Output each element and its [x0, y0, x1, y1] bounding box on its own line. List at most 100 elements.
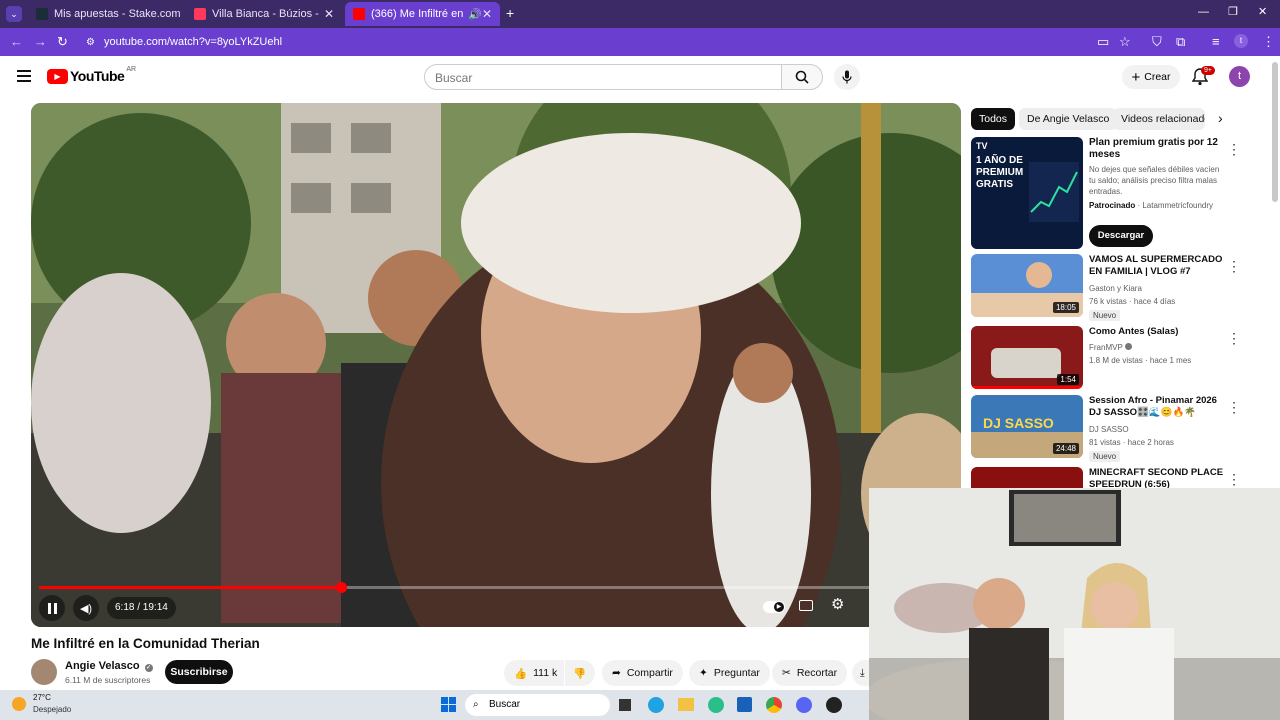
youtube-logo-text: YouTube [70, 68, 125, 84]
extension-icon[interactable]: ⛉ [1152, 34, 1162, 50]
start-button[interactable] [441, 697, 456, 712]
verified-icon [1124, 343, 1132, 350]
volume-icon: ◀) [79, 602, 93, 615]
edge-icon[interactable] [708, 697, 724, 713]
video-player[interactable]: ◀) 6:18 / 19:14 ▶ ⚙ [31, 103, 961, 627]
tab-airbnb[interactable]: Villa Bianca - Búzios - Casas en ✕ [186, 2, 342, 26]
chrome-icon[interactable] [766, 697, 782, 713]
subscribe-button[interactable]: Suscribirse [165, 660, 233, 684]
more-options-icon[interactable]: ⋮ [1227, 141, 1241, 158]
new-tab-icon[interactable]: + [506, 5, 514, 21]
video-frame [31, 103, 961, 627]
reload-icon[interactable]: ↻ [57, 34, 68, 50]
recommendation-item[interactable]: 18:05 VAMOS AL SUPERMERCADO EN FAMILIA |… [971, 254, 1241, 321]
tab-stake[interactable]: Mis apuestas - Stake.com ✕ [28, 2, 180, 26]
more-options-icon[interactable]: ⋮ [1227, 330, 1241, 347]
task-view-icon[interactable] [619, 699, 631, 711]
channel-name[interactable]: Angie Velasco ✓ [65, 660, 153, 672]
chip-from-channel[interactable]: De Angie Velasco [1019, 108, 1118, 130]
recommendation-item[interactable]: 1:54 Como Antes (Salas) FranMVP 1.8 M de… [971, 326, 1241, 390]
close-tab-icon[interactable]: ✕ [324, 7, 334, 21]
back-icon[interactable]: ← [10, 34, 23, 49]
video-title-link[interactable]: VAMOS AL SUPERMERCADO EN FAMILIA | VLOG … [1089, 254, 1229, 278]
tab-youtube[interactable]: (366) Me Infiltré en la Comu 🔊 ✕ [345, 2, 500, 26]
media-control-icon[interactable]: ≡ [1212, 34, 1220, 49]
forward-icon[interactable]: → [34, 34, 47, 49]
ad-title[interactable]: Plan premium gratis por 12 meses [1089, 137, 1229, 161]
settings-icon[interactable]: ⚙ [831, 595, 844, 613]
hamburger-menu-icon[interactable] [17, 70, 31, 82]
video-channel[interactable]: FranMVP [1089, 342, 1132, 354]
youtube-logo[interactable]: ▶ YouTube AR [47, 66, 136, 84]
share-button[interactable]: ➦ Compartir [602, 660, 683, 686]
windows-logo-icon [441, 697, 448, 704]
advertiser-name: Latammetricfoundry [1142, 201, 1214, 210]
edge-browser-icon[interactable] [648, 697, 664, 713]
video-thumbnail[interactable]: 18:05 [971, 254, 1083, 317]
chevron-right-icon[interactable]: › [1218, 110, 1223, 126]
search-button[interactable] [781, 64, 823, 90]
discord-icon[interactable] [796, 697, 812, 713]
voice-search-button[interactable] [834, 64, 860, 90]
video-channel[interactable]: Gaston y Kiara [1089, 283, 1142, 295]
site-info-icon[interactable]: ⚙ [86, 37, 95, 48]
app-icon[interactable] [826, 697, 842, 713]
audio-playing-icon[interactable]: 🔊 [468, 8, 482, 21]
volume-button[interactable]: ◀) [73, 595, 99, 621]
page-scrollbar[interactable] [1272, 62, 1278, 202]
browser-menu-icon[interactable]: ⋮ [1262, 34, 1275, 50]
bookmark-star-icon[interactable]: ☆ [1119, 34, 1131, 50]
subtitles-icon[interactable] [799, 600, 813, 611]
youtube-play-icon: ▶ [47, 68, 68, 84]
address-bar-row: ← → ↻ ⚙ youtube.com/watch?v=8yoLYkZUehl … [0, 28, 1280, 56]
thumbs-down-icon: 👎 [573, 667, 587, 680]
taskbar-search[interactable]: ⌕ Buscar [465, 694, 610, 716]
extensions-puzzle-icon[interactable]: ⧉ [1176, 34, 1185, 50]
autoplay-toggle[interactable]: ▶ [763, 601, 785, 613]
progress-scrubber[interactable] [335, 582, 347, 593]
sponsored-ad[interactable]: TV 1 AÑO DE PREMIUM GRATIS Plan premium … [971, 137, 1241, 249]
channel-avatar[interactable] [31, 659, 57, 685]
tab-list-icon[interactable]: ⌄ [6, 6, 22, 22]
time-text: 6:18 / 19:14 [115, 602, 168, 613]
video-channel-text: FranMVP [1089, 343, 1123, 352]
recommendation-item[interactable]: MINECRAFT SECOND PLACE SPEEDRUN (6:56) ⋮ [971, 467, 1241, 489]
video-title-link[interactable]: Session Afro - Pinamar 2026 DJ SASSO🎛️🌊😊… [1089, 395, 1229, 419]
video-thumbnail[interactable]: 1:54 [971, 326, 1083, 389]
maximize-icon[interactable]: ❐ [1228, 5, 1238, 18]
more-options-icon[interactable]: ⋮ [1227, 471, 1241, 488]
video-thumbnail[interactable]: DJ SASSO 24:48 [971, 395, 1083, 458]
progress-track[interactable] [39, 582, 953, 593]
create-button[interactable]: + Crear [1122, 65, 1180, 89]
video-channel[interactable]: DJ SASSO [1089, 424, 1129, 436]
recommendation-item[interactable]: DJ SASSO 24:48 Session Afro - Pinamar 20… [971, 395, 1241, 462]
chip-related[interactable]: Videos relacionado [1113, 108, 1205, 130]
more-options-icon[interactable]: ⋮ [1227, 258, 1241, 275]
video-meta: 1.8 M de vistas · hace 1 mes [1089, 356, 1192, 365]
account-avatar[interactable]: t [1229, 66, 1250, 87]
url-field[interactable]: ⚙ youtube.com/watch?v=8yoLYkZUehl [80, 30, 1140, 54]
ad-cta-button[interactable]: Descargar [1089, 225, 1153, 247]
close-tab-icon[interactable]: ✕ [482, 7, 492, 21]
notifications-button[interactable]: 9+ [1191, 66, 1215, 88]
ad-thumbnail[interactable]: TV 1 AÑO DE PREMIUM GRATIS [971, 137, 1083, 249]
file-explorer-icon[interactable] [678, 698, 694, 711]
video-title-link[interactable]: Como Antes (Salas) [1089, 326, 1229, 338]
clip-button[interactable]: ✂ Recortar [772, 660, 848, 686]
profile-icon[interactable]: t [1234, 34, 1248, 48]
more-options-icon[interactable]: ⋮ [1227, 399, 1241, 416]
pause-button[interactable] [39, 595, 65, 621]
download-icon: ⤓ [860, 666, 865, 679]
install-app-icon[interactable]: ▭ [1097, 34, 1109, 50]
ask-button[interactable]: ✦ Preguntar [689, 660, 770, 686]
video-thumbnail[interactable] [971, 467, 1083, 489]
close-window-icon[interactable]: ✕ [1258, 5, 1267, 18]
store-icon[interactable] [737, 697, 752, 712]
video-title-link[interactable]: MINECRAFT SECOND PLACE SPEEDRUN (6:56) [1089, 467, 1229, 489]
like-button[interactable]: 👍 111 k [504, 660, 564, 686]
search-input[interactable]: Buscar [424, 64, 782, 90]
dislike-button[interactable]: 👎 [565, 660, 595, 686]
minimize-icon[interactable]: — [1198, 6, 1209, 18]
download-button[interactable]: ⤓ [852, 660, 870, 686]
chip-all[interactable]: Todos [971, 108, 1016, 130]
